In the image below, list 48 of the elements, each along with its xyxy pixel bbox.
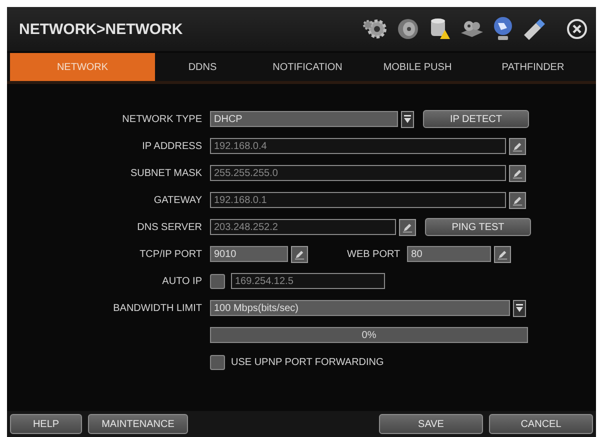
action-button[interactable]: IP DETECT bbox=[423, 110, 529, 128]
tab[interactable]: PATHFINDER bbox=[470, 53, 596, 81]
database-warning-icon[interactable] bbox=[428, 17, 452, 41]
edit-button[interactable] bbox=[399, 218, 416, 236]
text-field[interactable]: 9010 bbox=[210, 246, 288, 262]
pencil-icon bbox=[512, 194, 523, 206]
field-label: WEB PORT bbox=[347, 248, 400, 260]
edit-button[interactable] bbox=[509, 138, 526, 154]
caret-icon bbox=[404, 114, 411, 124]
text-field[interactable]: 169.254.12.5 bbox=[231, 273, 385, 289]
field-label: AUTO IP bbox=[161, 276, 202, 286]
footer-button[interactable]: HELP bbox=[10, 414, 82, 434]
tab[interactable]: MOBILE PUSH bbox=[365, 53, 470, 81]
edit-button[interactable] bbox=[509, 164, 526, 182]
gear-icon[interactable] bbox=[362, 17, 388, 41]
checkbox[interactable] bbox=[210, 354, 225, 370]
checkbox-label: USE UPNP PORT FORWARDING bbox=[231, 356, 384, 368]
pencil-icon bbox=[512, 168, 523, 178]
tab[interactable]: NOTIFICATION bbox=[250, 53, 365, 81]
checkbox[interactable] bbox=[210, 274, 225, 288]
edit-button[interactable] bbox=[291, 246, 308, 262]
field-label: DNS SERVER bbox=[136, 222, 202, 232]
caret-icon bbox=[516, 304, 523, 312]
tab[interactable]: DDNS bbox=[155, 53, 250, 81]
footer-button[interactable]: MAINTENANCE bbox=[88, 414, 188, 434]
field-label: IP ADDRESS bbox=[141, 140, 202, 152]
dropdown-button[interactable] bbox=[401, 110, 414, 128]
field-label: BANDWIDTH LIMIT bbox=[112, 302, 202, 314]
pencil-icon bbox=[294, 248, 305, 260]
window-title: NETWORK>NETWORK bbox=[19, 20, 184, 38]
footer-button[interactable]: CANCEL bbox=[489, 414, 593, 434]
footer-button[interactable]: SAVE bbox=[379, 414, 483, 434]
globe-icon[interactable] bbox=[492, 16, 514, 42]
pencil-icon bbox=[497, 248, 508, 260]
field-label: NETWORK TYPE bbox=[121, 114, 202, 124]
pencil-icon bbox=[402, 222, 413, 232]
pencil-icon bbox=[512, 140, 523, 152]
edit-button[interactable] bbox=[509, 192, 526, 208]
close-icon[interactable] bbox=[566, 18, 588, 40]
edit-button[interactable] bbox=[494, 246, 512, 262]
field-label: TCP/IP PORT bbox=[138, 248, 202, 260]
disc-icon[interactable] bbox=[395, 17, 421, 41]
field-label: GATEWAY bbox=[152, 194, 202, 206]
text-field[interactable]: 80 bbox=[407, 246, 492, 262]
field-label: SUBNET MASK bbox=[130, 168, 202, 178]
dropdown-field[interactable]: DHCP bbox=[210, 111, 398, 127]
dropdown-button[interactable] bbox=[513, 300, 526, 316]
dropdown-field[interactable]: 100 Mbps(bits/sec) bbox=[210, 300, 510, 316]
